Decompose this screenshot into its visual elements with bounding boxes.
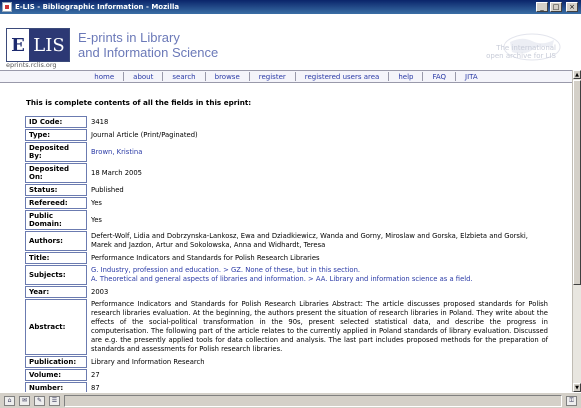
table-row: Status: Published	[25, 184, 551, 196]
field-value: Yes	[91, 198, 102, 207]
main-nav: home about search browse register regist…	[0, 70, 572, 83]
table-row: Abstract: Performance Indicators and Sta…	[25, 299, 551, 355]
table-row: Title: Performance Indicators and Standa…	[25, 252, 551, 264]
site-title-line2: and Information Science	[78, 45, 219, 60]
eprint-record-table: ID Code: 3418 Type: Journal Article (Pri…	[24, 115, 552, 392]
nav-browse[interactable]: browse	[215, 73, 240, 81]
site-logo[interactable]: E LIS	[6, 28, 70, 62]
address-book-icon[interactable]: ☰	[49, 395, 60, 406]
site-header: E LIS eprints.rclis.org E-prints in Libr…	[0, 14, 572, 70]
window-title: E-LIS - Bibliographic Information - Mozi…	[15, 3, 180, 11]
field-label: Public Domain:	[25, 210, 87, 230]
field-label: Number:	[25, 382, 87, 392]
field-label: Abstract:	[25, 299, 87, 355]
app-icon	[2, 2, 12, 12]
field-label: Authors:	[25, 231, 87, 251]
field-label: Title:	[25, 252, 87, 264]
field-value: 3418	[91, 117, 109, 126]
table-row: Number: 87	[25, 382, 551, 392]
field-value: Journal Article (Print/Paginated)	[91, 130, 198, 139]
table-row: Refereed: Yes	[25, 197, 551, 209]
scroll-up-arrow-icon[interactable]: ▲	[573, 70, 581, 79]
nav-divider	[294, 72, 296, 81]
field-label: Status:	[25, 184, 87, 196]
tagline-line1: The international	[496, 44, 556, 52]
vertical-scrollbar[interactable]: ▲ ▼	[572, 70, 581, 392]
status-text-field	[64, 394, 562, 407]
composer-icon[interactable]: ✎	[34, 395, 45, 406]
status-bar: ⌂ ✉ ✎ ☰ ⚿	[0, 392, 581, 408]
nav-divider	[204, 72, 206, 81]
site-title-line1: E-prints in Library	[78, 30, 180, 45]
field-label: Type:	[25, 129, 87, 141]
field-value: Defert-Wolf, Lidia and Dobrzynska-Lankos…	[91, 232, 528, 249]
field-label: Publication:	[25, 356, 87, 368]
nav-registered-users-area[interactable]: registered users area	[305, 73, 380, 81]
table-row: Authors: Defert-Wolf, Lidia and Dobrzyns…	[25, 231, 551, 251]
table-row: ID Code: 3418	[25, 116, 551, 128]
logo-e: E	[7, 29, 29, 61]
subject-link[interactable]: G. Industry, profession and education. >…	[91, 266, 360, 274]
nav-help[interactable]: help	[398, 73, 413, 81]
field-label: Deposited On:	[25, 163, 87, 183]
table-row: Subjects: G. Industry, profession and ed…	[25, 265, 551, 285]
mail-icon[interactable]: ✉	[19, 395, 30, 406]
nav-home[interactable]: home	[94, 73, 114, 81]
field-value: 18 March 2005	[91, 168, 142, 177]
nav-divider	[388, 72, 390, 81]
nav-about[interactable]: about	[133, 73, 153, 81]
nav-register[interactable]: register	[259, 73, 286, 81]
nav-divider	[455, 72, 457, 81]
abstract-text: Performance Indicators and Standards for…	[91, 300, 548, 353]
site-title: E-prints in Library and Information Scie…	[78, 30, 218, 60]
field-value: Yes	[91, 215, 102, 224]
nav-faq[interactable]: FAQ	[432, 73, 446, 81]
close-button[interactable]: ×	[566, 2, 578, 12]
site-tagline: The international open archive for LIS	[486, 44, 556, 60]
table-row: Volume: 27	[25, 369, 551, 381]
nav-divider	[248, 72, 250, 81]
nav-divider	[162, 72, 164, 81]
maximize-button[interactable]: □	[550, 2, 562, 12]
page-content: This is complete contents of all the fie…	[0, 83, 572, 392]
table-row: Year: 2003	[25, 286, 551, 298]
tagline-line2: open archive for LIS	[486, 52, 556, 60]
field-value: 27	[91, 370, 100, 379]
subject-link[interactable]: A. Theoretical and general aspects of li…	[91, 275, 473, 283]
nav-search[interactable]: search	[172, 73, 195, 81]
field-label: Year:	[25, 286, 87, 298]
field-label: Subjects:	[25, 265, 87, 285]
nav-divider	[422, 72, 424, 81]
field-value: 2003	[91, 287, 109, 296]
window-titlebar[interactable]: E-LIS - Bibliographic Information - Mozi…	[0, 0, 581, 14]
nav-divider	[123, 72, 125, 81]
depositor-link[interactable]: Brown, Kristina	[91, 148, 142, 156]
table-row: Publication: Library and Information Res…	[25, 356, 551, 368]
field-label: Volume:	[25, 369, 87, 381]
field-label: Refereed:	[25, 197, 87, 209]
table-row: Type: Journal Article (Print/Paginated)	[25, 129, 551, 141]
field-label: ID Code:	[25, 116, 87, 128]
table-row: Deposited By: Brown, Kristina	[25, 142, 551, 162]
field-value: 87	[91, 383, 100, 392]
logo-url: eprints.rclis.org	[6, 61, 57, 69]
table-row: Deposited On: 18 March 2005	[25, 163, 551, 183]
logo-lis: LIS	[29, 29, 69, 61]
field-value: Library and Information Research	[91, 357, 205, 366]
table-row: Public Domain: Yes	[25, 210, 551, 230]
field-value: Performance Indicators and Standards for…	[91, 253, 320, 262]
field-value: Published	[91, 185, 124, 194]
nav-jita[interactable]: JITA	[465, 73, 478, 81]
navigator-icon[interactable]: ⌂	[4, 395, 15, 406]
intro-text: This is complete contents of all the fie…	[26, 98, 252, 107]
field-label: Deposited By:	[25, 142, 87, 162]
scroll-down-arrow-icon[interactable]: ▼	[573, 383, 581, 392]
security-lock-icon[interactable]: ⚿	[566, 395, 577, 406]
scroll-thumb[interactable]	[573, 80, 581, 285]
minimize-button[interactable]: _	[536, 2, 548, 12]
